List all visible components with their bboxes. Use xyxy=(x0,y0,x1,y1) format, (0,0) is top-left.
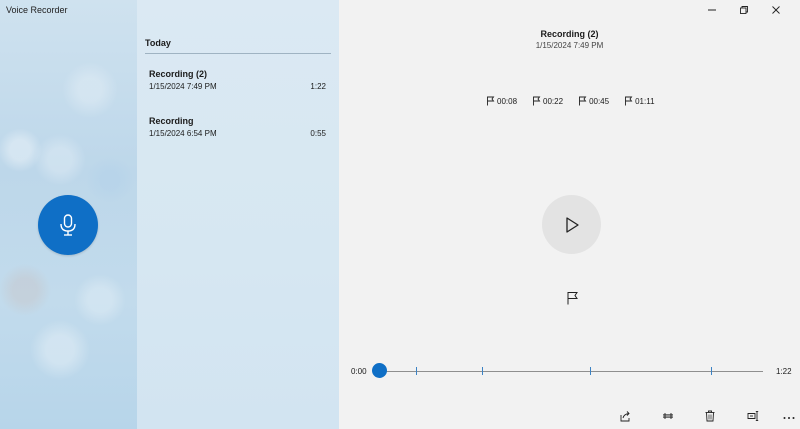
recording-date: 1/15/2024 7:49 PM xyxy=(149,82,217,91)
flag-icon xyxy=(487,96,495,106)
marker-tick xyxy=(589,367,591,375)
time-end: 1:22 xyxy=(776,367,792,376)
flag-icon xyxy=(533,96,541,106)
flag-icon xyxy=(579,96,587,106)
more-icon xyxy=(783,417,795,419)
marker-list: 00:08 00:22 00:45 01:11 xyxy=(486,96,655,106)
flag-icon xyxy=(567,292,578,305)
group-header-today: Today xyxy=(145,38,171,48)
marker-item[interactable]: 00:45 xyxy=(578,96,609,106)
recordings-list: Today Recording (2) 1/15/2024 7:49 PM 1:… xyxy=(137,0,339,429)
app-title: Voice Recorder xyxy=(6,5,68,15)
bottom-toolbar xyxy=(339,408,800,424)
recording-duration: 1:22 xyxy=(310,82,326,91)
more-options-button[interactable] xyxy=(781,408,797,424)
microphone-icon xyxy=(60,214,76,236)
marker-tick xyxy=(482,367,484,375)
marker-time: 00:45 xyxy=(589,96,610,106)
add-marker-button[interactable] xyxy=(565,290,579,306)
seek-track[interactable] xyxy=(379,371,763,372)
trim-icon xyxy=(663,413,673,419)
restore-icon xyxy=(740,6,748,14)
marker-item[interactable]: 01:11 xyxy=(624,96,655,106)
group-divider xyxy=(145,53,331,54)
trash-icon xyxy=(705,410,715,422)
restore-button[interactable] xyxy=(728,3,760,17)
minimize-icon xyxy=(708,9,716,11)
close-icon xyxy=(772,6,780,14)
recording-name: Recording xyxy=(149,116,194,126)
record-pane: Voice Recorder xyxy=(0,0,137,429)
marker-tick xyxy=(711,367,713,375)
marker-time: 00:08 xyxy=(497,96,518,106)
window-controls xyxy=(696,3,792,17)
rename-icon xyxy=(747,411,758,421)
recording-date: 1/15/2024 7:49 PM xyxy=(535,41,604,50)
player-pane: Recording (2) 1/15/2024 7:49 PM 00:08 00… xyxy=(339,0,800,429)
flag-icon xyxy=(625,96,633,106)
delete-button[interactable] xyxy=(702,408,718,424)
recording-duration: 0:55 xyxy=(310,129,326,138)
play-icon xyxy=(565,216,579,233)
recording-date: 1/15/2024 6:54 PM xyxy=(149,129,217,138)
marker-item[interactable]: 00:08 xyxy=(486,96,517,106)
seek-thumb[interactable] xyxy=(372,363,387,378)
recording-name: Recording (2) xyxy=(149,69,208,79)
recording-title[interactable]: Recording (2) xyxy=(339,29,800,39)
share-icon xyxy=(620,411,630,422)
marker-time: 01:11 xyxy=(635,96,655,106)
list-item-recording-2[interactable]: Recording (2) 1/15/2024 7:49 PM 1:22 xyxy=(137,69,339,109)
marker-item[interactable]: 00:22 xyxy=(532,96,563,106)
marker-tick xyxy=(416,367,418,375)
marker-time: 00:22 xyxy=(543,96,564,106)
minimize-button[interactable] xyxy=(696,3,728,17)
share-button[interactable] xyxy=(617,408,633,424)
close-button[interactable] xyxy=(760,3,792,17)
trim-button[interactable] xyxy=(660,408,676,424)
play-button[interactable] xyxy=(542,195,601,254)
record-button[interactable] xyxy=(38,195,98,255)
list-item-recording[interactable]: Recording 1/15/2024 6:54 PM 0:55 xyxy=(137,116,339,156)
time-start: 0:00 xyxy=(351,367,367,376)
rename-button[interactable] xyxy=(745,408,761,424)
